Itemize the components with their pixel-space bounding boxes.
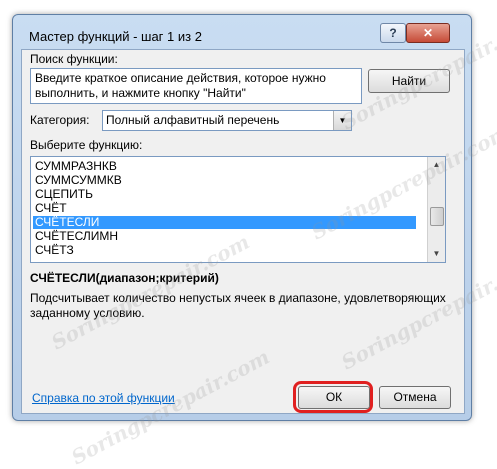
search-input-text: Введите краткое описание действия, котор… xyxy=(35,71,326,100)
category-label: Категория: xyxy=(30,113,90,127)
category-value: Полный алфавитный перечень xyxy=(106,113,280,127)
scroll-thumb[interactable] xyxy=(430,207,444,226)
title-bar[interactable]: Мастер функций - шаг 1 из 2 ? ✕ xyxy=(13,15,471,49)
dialog-title: Мастер функций - шаг 1 из 2 xyxy=(29,29,202,44)
close-button[interactable]: ✕ xyxy=(406,23,450,43)
scroll-down-icon[interactable]: ▼ xyxy=(428,246,445,262)
cancel-button[interactable]: Отмена xyxy=(379,386,451,409)
category-select[interactable]: Полный алфавитный перечень ▼ xyxy=(102,110,352,131)
list-item[interactable]: СУММРАЗНКВ xyxy=(33,160,416,173)
ok-button[interactable]: ОК xyxy=(298,386,370,409)
search-label: Поиск функции: xyxy=(30,52,118,66)
search-input[interactable]: Введите краткое описание действия, котор… xyxy=(30,68,362,104)
function-list-label: Выберите функцию: xyxy=(30,138,143,152)
help-button[interactable]: ? xyxy=(380,23,406,43)
list-item[interactable]: СУММСУММКВ xyxy=(33,174,416,187)
